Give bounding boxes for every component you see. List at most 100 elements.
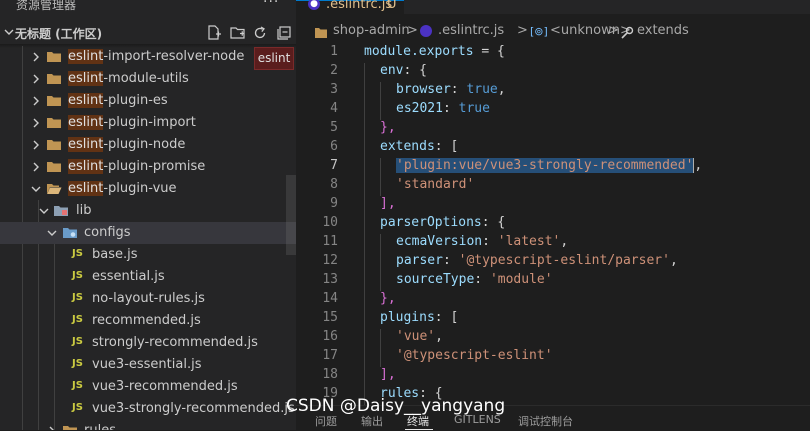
line-number: 1	[330, 44, 338, 59]
workspace-header[interactable]: 无标题 (工作区)	[0, 22, 296, 44]
code-token: sourceType	[396, 272, 475, 287]
find-widget-badge[interactable]: eslint	[254, 47, 294, 70]
code-token: env	[380, 63, 404, 78]
folder-icon	[47, 162, 61, 172]
line-number: 17	[322, 348, 338, 363]
tree-file-no-layout-rules-js[interactable]: JS no-layout-rules.js	[0, 288, 296, 310]
code-token: },	[380, 120, 396, 135]
code-line: ],	[380, 196, 396, 211]
breadcrumb-property[interactable]: extends	[637, 23, 689, 38]
editor-area: ● .eslintrc.js U shop-admin > .eslintrc.…	[296, 0, 810, 431]
tree-item-label: rules	[84, 423, 116, 430]
javascript-file-icon: JS	[72, 358, 83, 369]
line-number: 15	[322, 310, 338, 325]
breadcrumb-folder[interactable]: shop-admin	[333, 23, 410, 38]
breadcrumb-file[interactable]: .eslintrc.js	[438, 23, 504, 38]
code-token: true	[458, 101, 490, 116]
chevron-down-icon	[31, 186, 41, 192]
folder-config-icon	[63, 228, 77, 238]
code-editor[interactable]: 1 2 3 4 5 6 7 8 9 10 11 12 13 14 15 16 1…	[296, 44, 810, 405]
workspace-title: 无标题 (工作区)	[15, 27, 103, 41]
javascript-file-icon: JS	[72, 336, 83, 347]
indent-guide	[380, 234, 381, 291]
code-token: 'latest'	[497, 234, 561, 249]
line-number: 18	[322, 367, 338, 382]
code-line: browser: true,	[396, 82, 506, 97]
javascript-file-icon: JS	[72, 402, 83, 413]
javascript-file-icon: JS	[72, 292, 83, 303]
tab-debug-console[interactable]: 调试控制台	[518, 413, 573, 429]
tab-eslintrc[interactable]: ● .eslintrc.js U	[296, 0, 404, 15]
line-number-active: 7	[330, 158, 338, 173]
tree-folder-eslint-plugin-es[interactable]: eslint-plugin-es	[0, 90, 296, 112]
search-match: eslint	[68, 181, 104, 196]
code-line: '@typescript-eslint'	[396, 348, 553, 363]
tree-item-label: eslint-plugin-node	[68, 137, 185, 152]
explorer-title: 资源管理器	[16, 0, 77, 12]
new-file-icon[interactable]	[205, 24, 223, 42]
code-token: 'standard'	[396, 177, 475, 192]
code-line: env: {	[380, 63, 427, 78]
tree-folder-eslint-plugin-node[interactable]: eslint-plugin-node	[0, 134, 296, 156]
more-actions-icon[interactable]: ···	[263, 0, 279, 10]
search-match: eslint	[68, 115, 104, 130]
tree-folder-eslint-module-utils[interactable]: eslint-module-utils	[0, 68, 296, 90]
code-token: ,	[693, 158, 703, 173]
tree-item-label: vue3-essential.js	[92, 357, 202, 372]
tree-item-label: eslint-plugin-promise	[68, 159, 205, 174]
chevron-right-icon	[33, 96, 39, 106]
tree-item-label: eslint-plugin-es	[68, 93, 168, 108]
symbol-variable-icon: [⊚]	[530, 25, 548, 38]
javascript-file-icon: JS	[72, 270, 83, 281]
chevron-down-icon	[47, 230, 57, 236]
label-rest: -plugin-promise	[103, 159, 206, 174]
code-line: parser: '@typescript-eslint/parser',	[396, 253, 678, 268]
tree-file-strongly-recommended-js[interactable]: JS strongly-recommended.js	[0, 332, 296, 354]
code-token: ],	[380, 196, 396, 211]
tree-file-recommended-js[interactable]: JS recommended.js	[0, 310, 296, 332]
tree-file-essential-js[interactable]: JS essential.js	[0, 266, 296, 288]
tree-file-vue3-essential-js[interactable]: JS vue3-essential.js	[0, 354, 296, 376]
code-line: ecmaVersion: 'latest',	[396, 234, 568, 249]
collapse-all-icon[interactable]	[275, 24, 293, 42]
tree-file-vue3-strongly-recommended-js[interactable]: JS vue3-strongly-recommended.js	[0, 398, 296, 420]
line-number: 9	[330, 196, 338, 211]
tree-folder-eslint-plugin-promise[interactable]: eslint-plugin-promise	[0, 156, 296, 178]
line-number: 14	[322, 291, 338, 306]
line-number: 2	[330, 63, 338, 78]
eslint-icon: ●	[308, 0, 320, 10]
tree-folder-configs[interactable]: configs	[0, 222, 296, 244]
tree-item-label: essential.js	[92, 269, 165, 284]
tree-item-label: eslint-plugin-vue	[68, 181, 177, 196]
tree-item-label: lib	[76, 203, 92, 218]
code-token: = {	[473, 44, 505, 59]
label-rest: -module-utils	[103, 71, 189, 86]
tree-folder-eslint-plugin-vue[interactable]: eslint-plugin-vue	[0, 178, 296, 200]
folder-icon	[314, 23, 328, 44]
tree-item-label: base.js	[92, 247, 138, 262]
tree-item-label: no-layout-rules.js	[92, 291, 205, 306]
chevron-right-icon	[33, 118, 39, 128]
tree-folder-eslint-import-resolver-node[interactable]: eslint-import-resolver-node	[0, 46, 296, 68]
indent-guide	[380, 158, 381, 196]
tree-item-label: vue3-strongly-recommended.js	[92, 401, 295, 416]
tree-folder-eslint-plugin-import[interactable]: eslint-plugin-import	[0, 112, 296, 134]
code-token: : {	[403, 63, 427, 78]
new-folder-icon[interactable]	[229, 24, 247, 42]
label-rest: -plugin-vue	[103, 181, 177, 196]
tree-item-label: eslint-import-resolver-node	[68, 49, 244, 64]
tree-folder-rules[interactable]: rules	[0, 420, 296, 430]
breadcrumb: shop-admin > .eslintrc.js > [⊚] <unknown…	[296, 23, 810, 43]
eslint-icon	[420, 25, 432, 37]
breadcrumb-separator: >	[608, 23, 619, 38]
breadcrumb-separator: >	[407, 23, 418, 38]
tree-file-vue3-recommended-js[interactable]: JS vue3-recommended.js	[0, 376, 296, 398]
refresh-icon[interactable]	[251, 24, 269, 42]
tree-folder-lib[interactable]: lib	[0, 200, 296, 222]
folder-open-icon	[47, 184, 62, 194]
code-line: },	[380, 291, 396, 306]
code-token: : [	[434, 139, 459, 154]
tree-file-base-js[interactable]: JS base.js	[0, 244, 296, 266]
search-match: eslint	[68, 137, 104, 152]
sidebar-scrollbar[interactable]	[286, 175, 296, 255]
